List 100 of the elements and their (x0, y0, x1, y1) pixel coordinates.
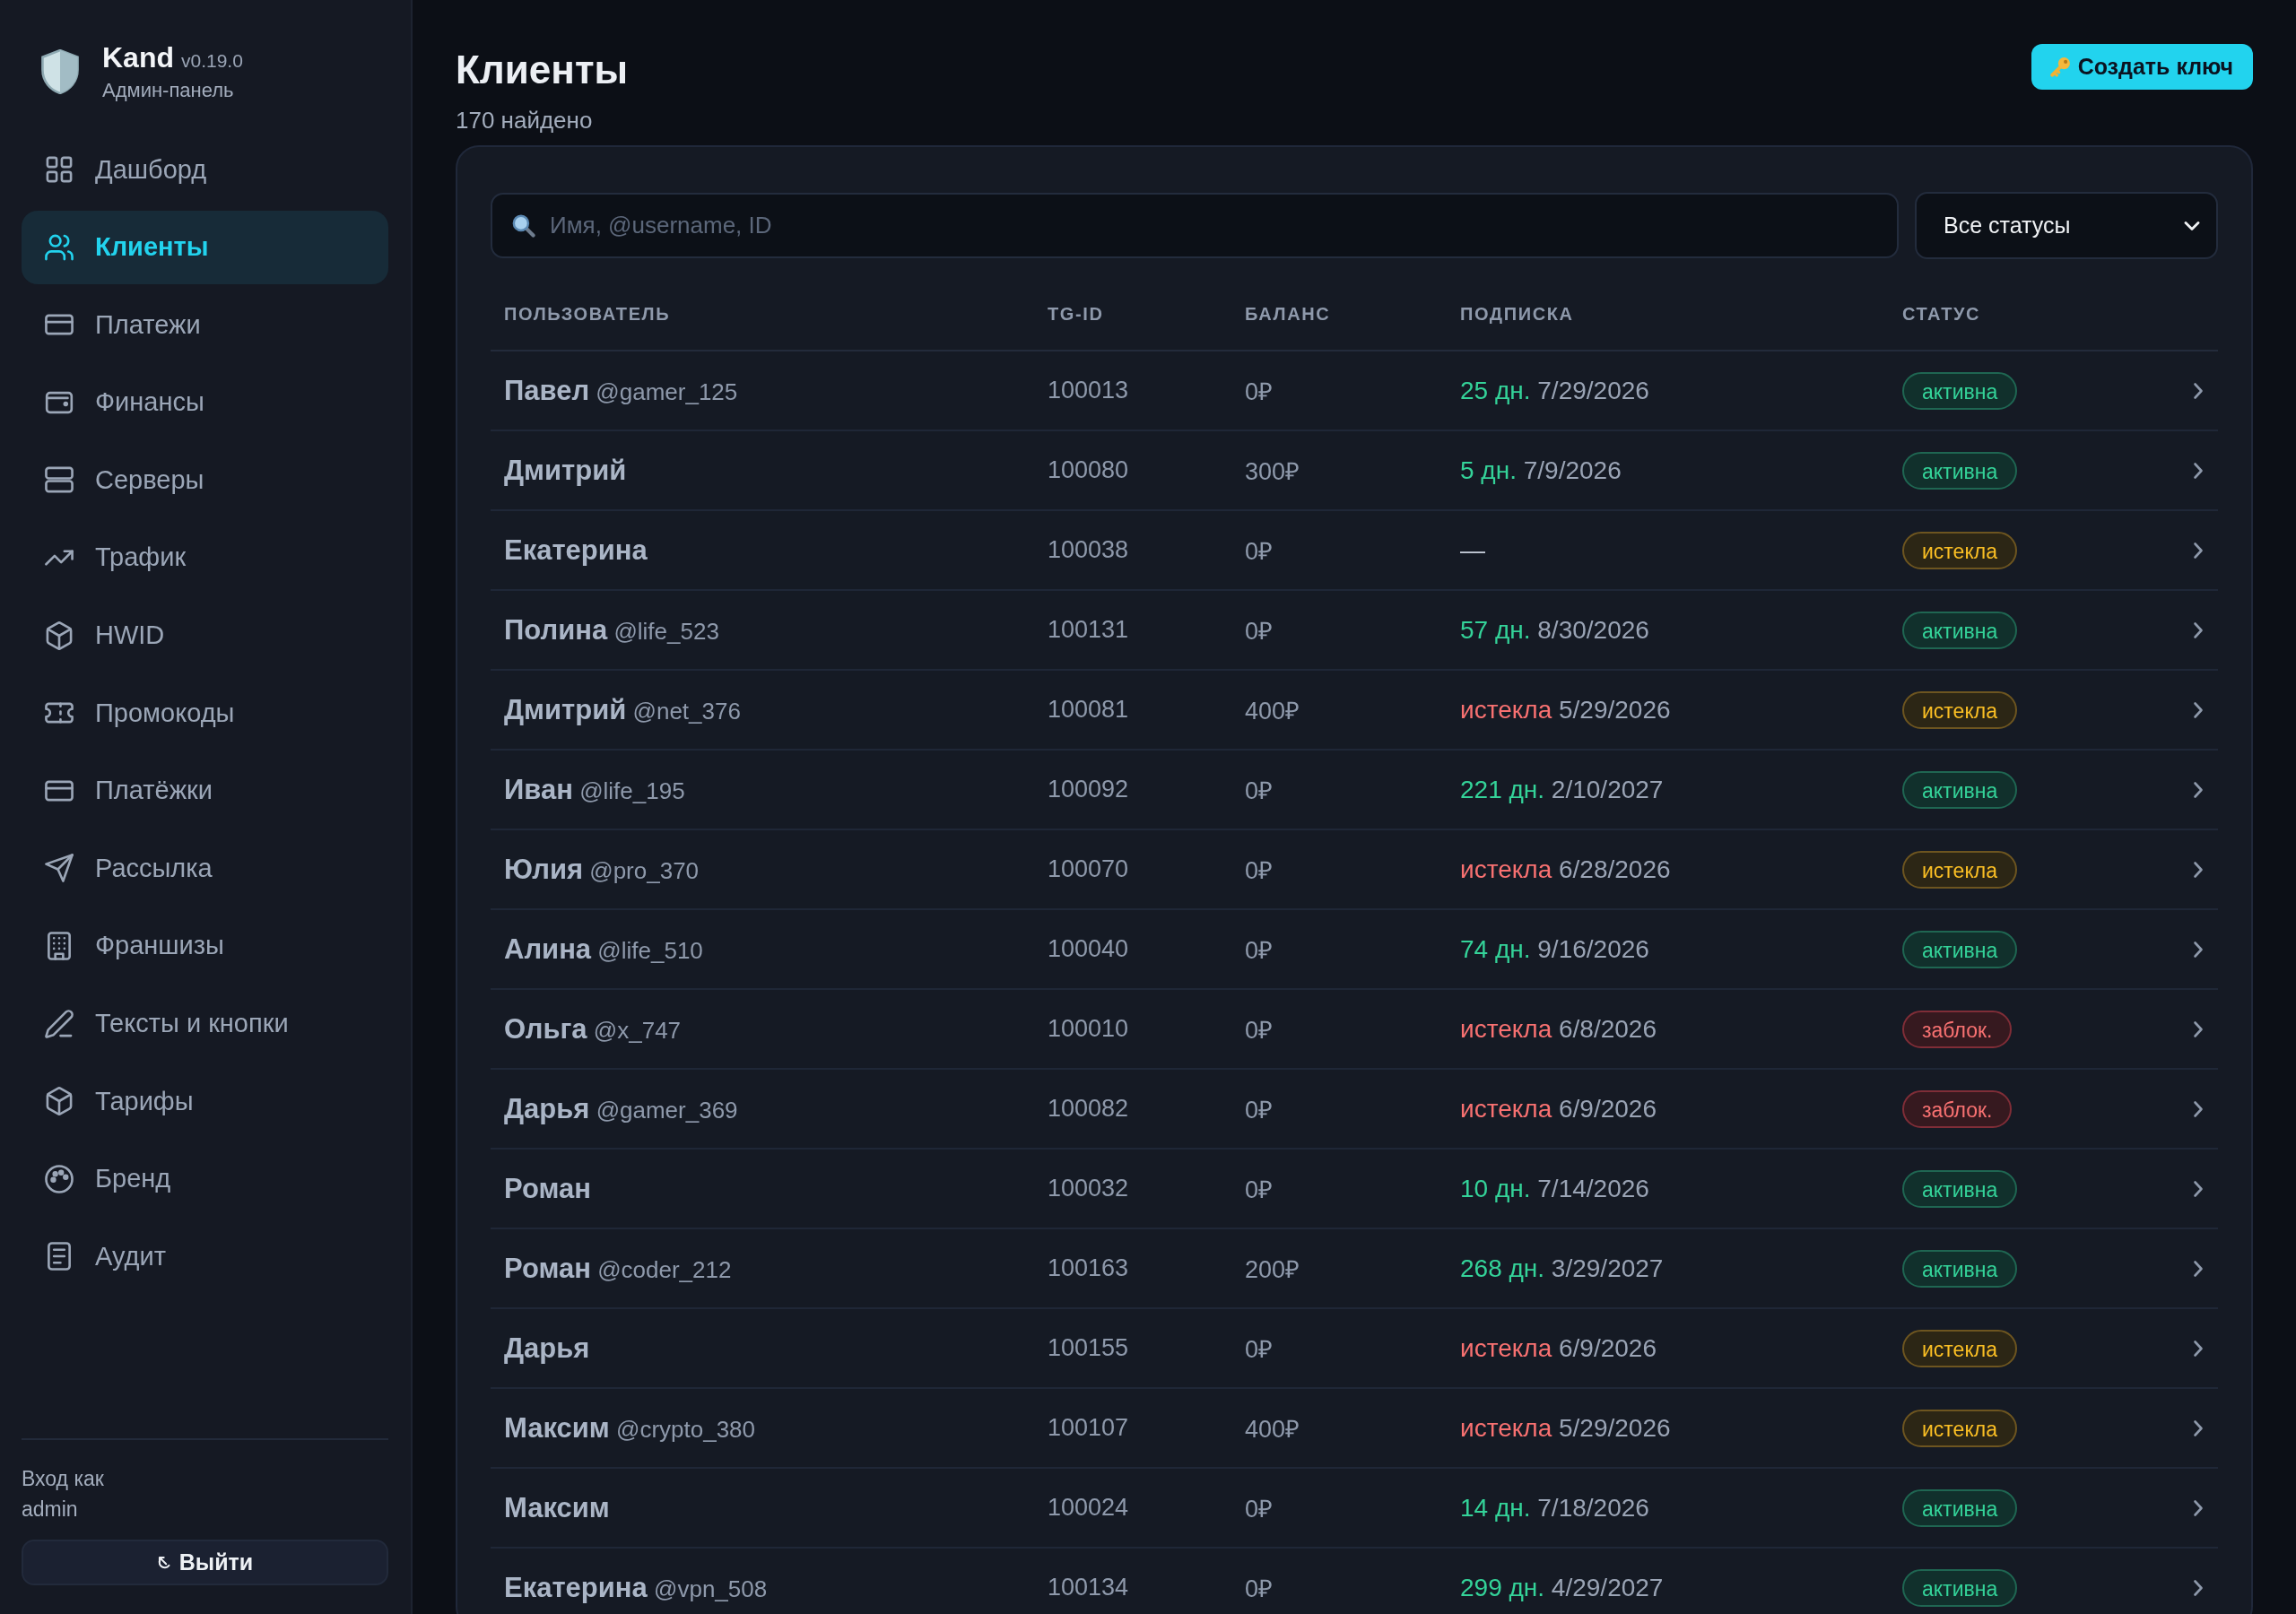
status-badge: активна (1902, 1568, 2018, 1607)
tg-id-cell-text: 100024 (1047, 1494, 1130, 1522)
chevron-right-icon[interactable] (2193, 1578, 2204, 1597)
subscription-cell-text: истекла 6/9/2026 (1459, 1094, 1657, 1124)
chevron-right-icon[interactable] (2193, 1498, 2204, 1517)
sidebar-item[interactable]: Платежи (22, 288, 388, 362)
user-cell-text: Алина @life_510 (503, 933, 704, 966)
version-label: v0.19.0 (181, 49, 243, 73)
chevron-right-icon[interactable] (2193, 461, 2204, 480)
login-username: admin (22, 1497, 79, 1523)
key-icon (2048, 56, 2071, 78)
tg-id-cell-text: 100080 (1047, 456, 1130, 484)
sidebar-item[interactable]: Клиенты (22, 210, 388, 284)
sidebar-item[interactable]: Промокоды (22, 676, 388, 751)
sidebar-item[interactable]: Франшизы (22, 908, 388, 983)
balance-cell-text: 0₽ (1244, 1575, 1274, 1604)
subscription-cell-text: 299 дн. 4/29/2027 (1459, 1573, 1665, 1602)
chevron-right-icon[interactable] (2193, 1020, 2204, 1038)
logout-button[interactable]: Выйти (22, 1540, 388, 1585)
sidebar-item[interactable]: Бренд (22, 1141, 388, 1216)
tg-id-cell-text: 100038 (1047, 536, 1130, 564)
user-cell-text: Максим @crypto_380 (503, 1411, 757, 1445)
user-cell-text: Екатерина @vpn_508 (503, 1571, 769, 1604)
subscription-cell-text: истекла 6/28/2026 (1459, 855, 1672, 884)
tg-id-cell-text: 100134 (1047, 1574, 1130, 1601)
tg-id-cell-text: 100081 (1047, 696, 1130, 724)
subscription-cell-text: 221 дн. 2/10/2027 (1459, 775, 1665, 804)
subscription-cell-text: истекла 6/9/2026 (1459, 1333, 1657, 1363)
balance-cell-text: 0₽ (1244, 1495, 1274, 1524)
status-badge: заблок. (1902, 1010, 2013, 1048)
balance-cell-text: 0₽ (1244, 537, 1274, 567)
document-icon (45, 1242, 74, 1271)
user-cell-text: Дарья @gamer_369 (503, 1092, 739, 1125)
status-badge: истекла (1902, 850, 2017, 889)
status-badge: истекла (1902, 1409, 2017, 1447)
exit-icon (156, 1555, 172, 1570)
sidebar-item[interactable]: Трафик (22, 520, 388, 594)
palette-icon (45, 1164, 74, 1193)
balance-cell-text: 300₽ (1244, 457, 1301, 487)
tg-id-cell-text: 100131 (1047, 616, 1130, 644)
sidebar-item[interactable]: Аудит (22, 1219, 388, 1294)
status-badge: истекла (1902, 690, 2017, 729)
sidebar-item[interactable]: Дашборд (22, 133, 388, 206)
tg-id-cell-text: 100013 (1047, 377, 1130, 404)
shield-icon (41, 49, 79, 94)
subscription-cell-text: истекла 5/29/2026 (1459, 1413, 1672, 1443)
chevron-right-icon[interactable] (2193, 1259, 2204, 1278)
balance-cell-text: 400₽ (1244, 1415, 1301, 1445)
sidebar-item[interactable]: Рассылка (22, 831, 388, 906)
tg-id-cell-text: 100155 (1047, 1334, 1130, 1362)
sidebar-item[interactable]: Тексты и кнопки (22, 986, 388, 1061)
chevron-right-icon[interactable] (2193, 620, 2204, 639)
grid-icon (45, 155, 74, 184)
user-cell-text: Дмитрий (503, 454, 628, 487)
sidebar-item[interactable]: HWID (22, 598, 388, 672)
result-count: 170 найдено (456, 106, 593, 135)
status-badge: истекла (1902, 1329, 2017, 1367)
subscription-cell-text: 57 дн. 8/30/2026 (1459, 615, 1650, 645)
chevron-right-icon[interactable] (2193, 1179, 2204, 1198)
chevron-right-icon[interactable] (2193, 700, 2204, 719)
status-badge: заблок. (1902, 1089, 2013, 1128)
balance-cell-text: 0₽ (1244, 1096, 1274, 1125)
search-field[interactable]: Имя, @username, ID (491, 193, 1899, 258)
column-header: ПОЛЬЗОВАТЕЛЬ (503, 304, 672, 325)
column-header: БАЛАНС (1244, 304, 1332, 325)
chevron-right-icon[interactable] (2193, 1339, 2204, 1358)
server-icon (45, 465, 74, 495)
chevron-right-icon[interactable] (2193, 381, 2204, 400)
brand-subtitle: Админ-панель (102, 79, 235, 102)
user-cell-text: Дмитрий @net_376 (503, 693, 742, 726)
chevron-right-icon[interactable] (2193, 860, 2204, 879)
status-badge: активна (1902, 371, 2018, 410)
subscription-cell-text: истекла 6/8/2026 (1459, 1014, 1657, 1044)
chevron-down-icon (2184, 220, 2200, 231)
balance-cell-text: 0₽ (1244, 377, 1274, 407)
subscription-cell-text: 5 дн. 7/9/2026 (1459, 456, 1622, 485)
create-key-button[interactable]: Создать ключ (2031, 44, 2253, 90)
chevron-right-icon[interactable] (2193, 541, 2204, 560)
subscription-cell-text: — (1459, 535, 1486, 565)
chevron-right-icon[interactable] (2193, 940, 2204, 959)
sidebar-item[interactable]: Серверы (22, 443, 388, 517)
sidebar-item[interactable]: Платёжки (22, 753, 388, 828)
user-cell-text: Максим (503, 1491, 611, 1524)
status-select[interactable]: Все статусы (1915, 192, 2218, 259)
subscription-cell-text: 74 дн. 9/16/2026 (1459, 934, 1650, 964)
status-badge: активна (1902, 1169, 2018, 1208)
chevron-right-icon[interactable] (2193, 1099, 2204, 1118)
building-icon (45, 931, 74, 960)
chevron-right-icon[interactable] (2193, 1419, 2204, 1437)
balance-cell-text: 0₽ (1244, 936, 1274, 966)
sidebar-item[interactable]: Финансы (22, 365, 388, 439)
sidebar-item[interactable]: Тарифы (22, 1064, 388, 1139)
users-icon (45, 232, 74, 262)
balance-cell-text: 0₽ (1244, 617, 1274, 646)
balance-cell-text: 400₽ (1244, 697, 1301, 726)
cube-icon (45, 1087, 74, 1116)
cube-icon (45, 620, 74, 650)
user-cell-text: Ольга @x_747 (503, 1012, 683, 1046)
balance-cell-text: 0₽ (1244, 1016, 1274, 1046)
chevron-right-icon[interactable] (2193, 780, 2204, 799)
